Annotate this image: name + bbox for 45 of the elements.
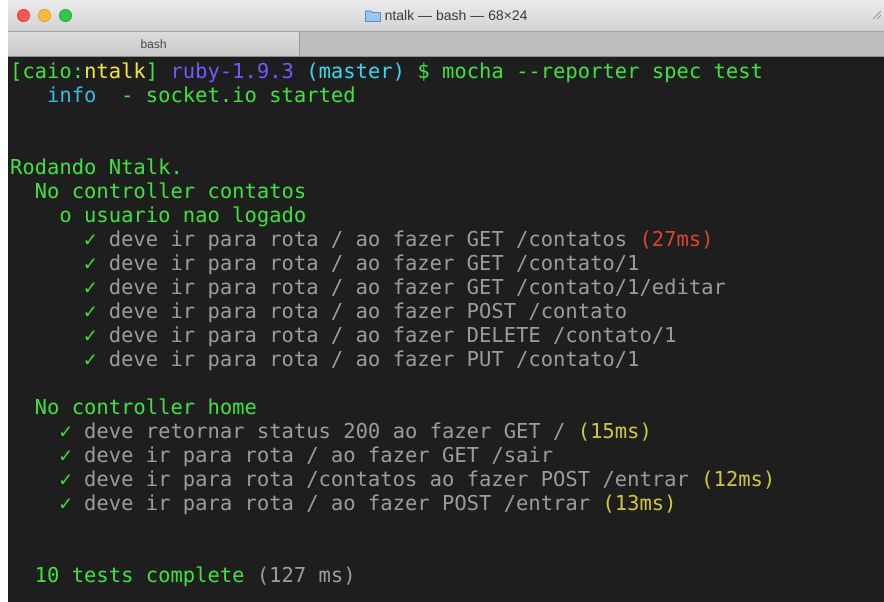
terminal-text: (master) bbox=[305, 59, 405, 83]
terminal-text: deve ir para rota / ao fazer POST /contato bbox=[108, 299, 628, 323]
terminal-text: ✓ bbox=[83, 299, 96, 323]
terminal-text: Rodando Ntalk. bbox=[10, 155, 183, 179]
terminal-text: (127 ms) bbox=[256, 563, 356, 587]
terminal-text: deve ir para rota / ao fazer GET /contato/1 bbox=[108, 251, 640, 275]
folder-icon bbox=[364, 9, 381, 22]
minimize-button[interactable] bbox=[38, 9, 51, 22]
terminal-text: No controller home bbox=[34, 395, 257, 419]
terminal-text: ✓ bbox=[83, 251, 96, 275]
terminal-text: ] bbox=[146, 59, 158, 83]
terminal-text: No controller contatos bbox=[34, 179, 306, 203]
terminal-text: - socket.io started bbox=[120, 83, 356, 107]
terminal-text: deve retornar status 200 ao fazer GET / bbox=[83, 419, 566, 443]
terminal-text: deve ir para rota / ao fazer GET /sair bbox=[83, 443, 554, 467]
terminal-text: ✓ bbox=[83, 227, 96, 251]
terminal-text: o usuario nao logado bbox=[58, 203, 306, 227]
terminal-text: ✓ bbox=[83, 347, 96, 371]
terminal-text: deve ir para rota / ao fazer POST /entrar bbox=[83, 491, 590, 515]
terminal-text: (13ms) bbox=[601, 491, 676, 515]
terminal-text: ✓ bbox=[58, 419, 72, 443]
terminal-text: ✓ bbox=[58, 491, 72, 515]
terminal-text: ✓ bbox=[83, 323, 96, 347]
terminal-text: 10 tests complete bbox=[34, 563, 244, 587]
resize-icon[interactable] bbox=[872, 10, 882, 20]
terminal-text: ruby-1.9.3 bbox=[169, 59, 294, 83]
terminal-text: deve ir para rota / ao fazer DELETE /contato/1 bbox=[108, 323, 676, 347]
close-button[interactable] bbox=[17, 9, 30, 22]
zoom-button[interactable] bbox=[59, 9, 72, 22]
terminal-text: ✓ bbox=[83, 275, 96, 299]
terminal-text: ✓ bbox=[58, 443, 72, 467]
terminal-text: deve ir para rota / ao fazer GET /contatos bbox=[108, 227, 628, 251]
terminal-text: deve ir para rota / ao fazer GET /contato/1/editar bbox=[108, 275, 726, 299]
terminal-text: [caio: bbox=[10, 59, 84, 83]
terminal-text: info bbox=[46, 83, 96, 107]
window-title: ntalk — bash — 68×24 bbox=[384, 6, 528, 25]
terminal-text: $ mocha --reporter spec test bbox=[416, 59, 763, 83]
terminal-text: (27ms) bbox=[638, 227, 714, 251]
terminal-text: (12ms) bbox=[700, 467, 776, 491]
tab[interactable]: bash bbox=[8, 32, 300, 56]
terminal-text: deve ir para rota /contatos ao fazer POST /entrar bbox=[83, 467, 689, 491]
terminal-text: (15ms) bbox=[576, 419, 652, 443]
terminal-text: ✓ bbox=[58, 467, 72, 491]
terminal-text: deve ir para rota / ao fazer PUT /contato/1 bbox=[108, 347, 640, 371]
terminal-text: ntalk bbox=[84, 59, 146, 83]
